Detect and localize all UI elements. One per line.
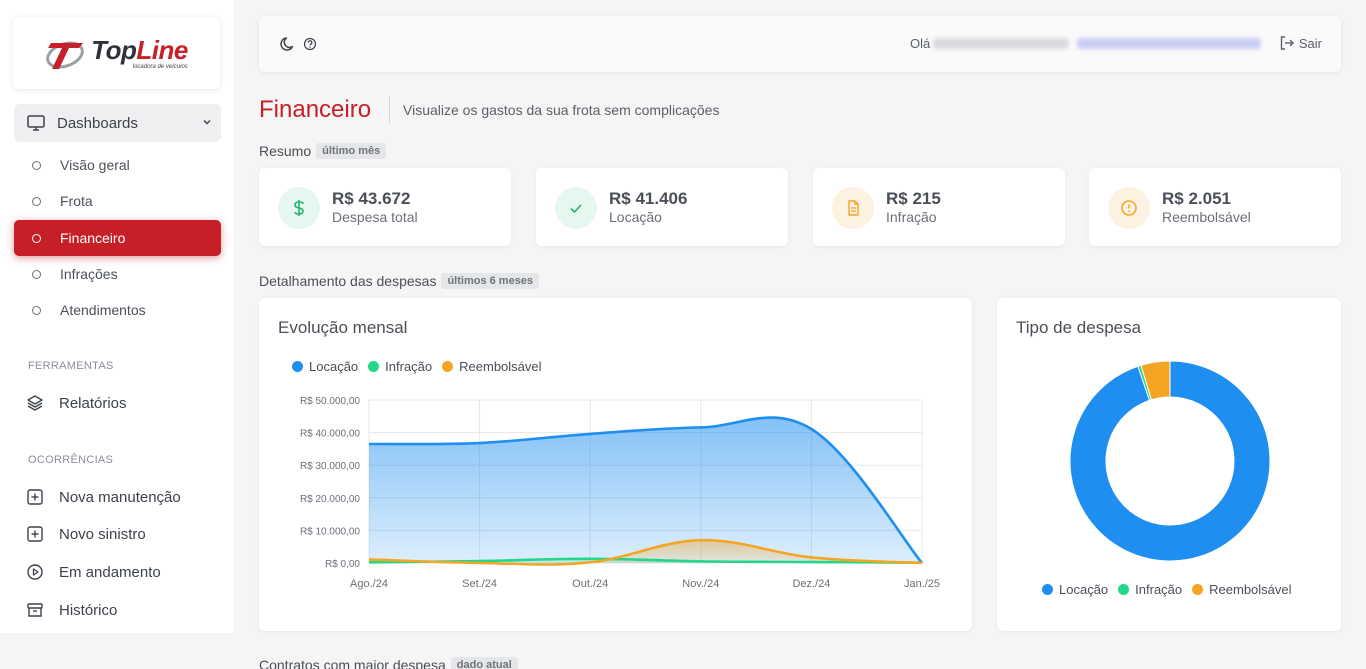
logout-button[interactable]: Sair xyxy=(1279,35,1322,51)
legend-item[interactable]: Locação xyxy=(1042,582,1108,597)
y-tick-label: R$ 10.000,00 xyxy=(300,526,360,537)
y-tick-label: R$ 0,00 xyxy=(325,559,360,570)
sidebar-item-relatorios[interactable]: Relatórios xyxy=(26,392,127,414)
legend-item[interactable]: Infração xyxy=(1118,582,1182,597)
dollar-icon xyxy=(278,187,320,229)
circle-icon xyxy=(32,160,41,170)
section-label-ferramentas: FERRAMENTAS xyxy=(28,360,114,372)
moon-icon[interactable] xyxy=(279,35,297,53)
check-icon xyxy=(555,187,597,229)
nav-group-dashboards[interactable]: Dashboards xyxy=(14,104,221,142)
x-tick-label: Ago./24 xyxy=(350,578,388,590)
card-label: Despesa total xyxy=(332,209,418,225)
logo-mark-icon xyxy=(46,41,84,69)
sidebar-item-atendimentos[interactable]: Atendimentos xyxy=(14,292,221,328)
user-name-redacted xyxy=(933,38,1069,49)
logout-icon xyxy=(1280,36,1294,50)
sidebar-item-novo-sinistro[interactable]: Novo sinistro xyxy=(26,523,146,545)
topbar: Olá Sair xyxy=(259,16,1341,72)
circle-icon xyxy=(32,269,41,279)
detail-badge: últimos 6 meses xyxy=(441,273,540,289)
detail-heading: Detalhamento das despesas últimos 6 meses xyxy=(259,273,540,289)
x-tick-label: Nov./24 xyxy=(682,578,719,590)
card-reembolsavel: R$ 2.051 Reembolsável xyxy=(1089,168,1341,246)
summary-badge: último mês xyxy=(316,143,387,159)
sidebar-item-frota[interactable]: Frota xyxy=(14,183,221,219)
y-tick-label: R$ 20.000,00 xyxy=(300,494,360,505)
card-value: R$ 215 xyxy=(886,189,941,208)
circle-icon xyxy=(32,305,41,315)
x-tick-label: Set./24 xyxy=(462,578,497,590)
nav-group-label: Dashboards xyxy=(57,114,138,132)
monthly-evolution-panel: Evolução mensal Locação Infração Reembol… xyxy=(259,298,972,631)
legend-item[interactable]: Reembolsável xyxy=(1192,582,1292,597)
card-value: R$ 2.051 xyxy=(1162,189,1231,208)
plus-square-icon xyxy=(27,489,43,505)
sidebar-item-visao-geral[interactable]: Visão geral xyxy=(14,147,221,183)
x-tick-label: Dez./24 xyxy=(792,578,830,590)
chevron-down-icon xyxy=(203,120,211,125)
section-label-ocorrencias: OCORRÊNCIAS xyxy=(28,454,114,466)
area-chart: R$ 0,00 R$ 10.000,00 R$ 20.000,00 R$ 30.000… xyxy=(300,396,940,590)
sidebar-item-historico[interactable]: Histórico xyxy=(26,599,117,621)
circle-icon xyxy=(32,233,41,243)
plus-square-icon xyxy=(27,526,43,542)
sidebar: TopLine locadora de veículos Dashboards … xyxy=(0,0,234,633)
card-despesa-total: R$ 43.672 Despesa total xyxy=(259,168,511,246)
page-title: Financeiro xyxy=(259,96,372,123)
sidebar-item-financeiro[interactable]: Financeiro xyxy=(14,220,221,256)
card-label: Infração xyxy=(886,209,937,225)
card-value: R$ 43.672 xyxy=(332,189,411,208)
greeting: Olá xyxy=(910,36,931,51)
expense-type-panel: Tipo de despesa Locação Infração Reembol… xyxy=(997,298,1341,631)
help-circle-icon[interactable] xyxy=(303,37,317,51)
sidebar-item-infracoes[interactable]: Infrações xyxy=(14,256,221,292)
document-icon xyxy=(832,187,874,229)
layers-icon xyxy=(27,395,43,411)
archive-icon xyxy=(27,603,43,617)
card-locacao: R$ 41.406 Locação xyxy=(536,168,788,246)
title-divider xyxy=(389,96,390,124)
card-label: Locação xyxy=(609,209,662,225)
card-infracao: R$ 215 Infração xyxy=(813,168,1065,246)
logo[interactable]: TopLine locadora de veículos xyxy=(13,17,220,89)
sidebar-item-nova-manutencao[interactable]: Nova manutenção xyxy=(26,486,181,508)
contracts-heading: Contratos com maior despesa dado atual xyxy=(259,657,518,669)
summary-heading: Resumo último mês xyxy=(259,143,387,159)
play-circle-icon xyxy=(27,564,43,580)
donut-legend: Locação Infração Reembolsável xyxy=(1042,582,1302,597)
page-subtitle: Visualize os gastos da sua frota sem com… xyxy=(403,102,720,118)
x-tick-label: Jan./25 xyxy=(904,578,940,590)
alert-circle-icon xyxy=(1108,187,1150,229)
y-tick-label: R$ 40.000,00 xyxy=(300,429,360,440)
user-email-redacted xyxy=(1077,38,1261,49)
y-tick-label: R$ 30.000,00 xyxy=(300,461,360,472)
y-tick-label: R$ 50.000,00 xyxy=(300,396,360,407)
x-tick-label: Out./24 xyxy=(572,578,608,590)
contracts-badge: dado atual xyxy=(450,657,518,669)
monitor-icon xyxy=(27,115,45,131)
series-area-0 xyxy=(369,417,922,563)
card-value: R$ 41.406 xyxy=(609,189,688,208)
sidebar-item-em-andamento[interactable]: Em andamento xyxy=(26,561,161,583)
card-label: Reembolsável xyxy=(1162,209,1251,225)
circle-icon xyxy=(32,196,41,206)
